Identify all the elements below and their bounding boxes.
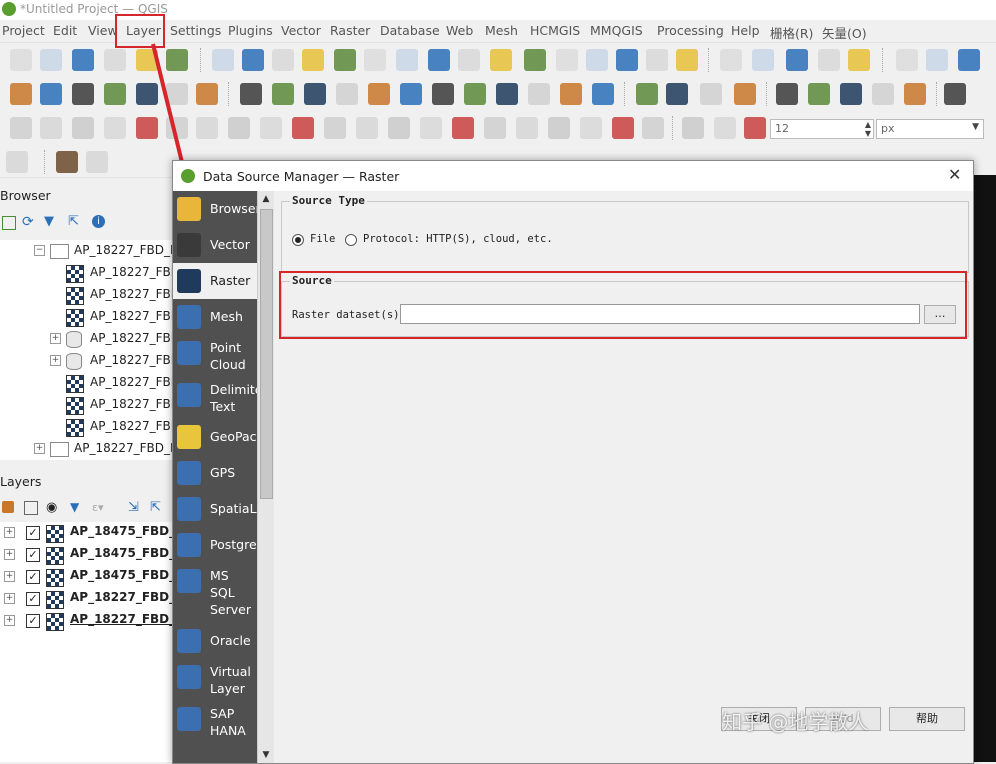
watermark: 知乎 @地学散人 [722,710,869,734]
sidebar-item-label: Mesh [210,309,243,324]
help-button[interactable]: 帮助 [889,707,965,731]
sidebar-item-vector[interactable]: Vector [173,227,257,263]
dialog-sidebar: Browser Vector Raster Mesh Point Cloud Delimi… [173,191,257,763]
folder-icon [177,197,201,221]
sap-hana-icon [177,707,201,731]
protocol-radio[interactable] [345,234,357,246]
dialog-title-bar: Data Source Manager — Raster ✕ [173,161,973,191]
sidebar-item-label: Point Cloud [210,340,246,372]
mssql-icon [177,569,201,593]
sidebar-item-postgresql[interactable]: PostgreSQL [173,527,257,563]
sidebar-item-label: GeoPackage [210,429,257,444]
sidebar-item-label: Raster [210,273,251,288]
sidebar-item-label: Oracle [210,633,251,648]
spatialite-icon [177,497,201,521]
sidebar-item-delimited-text[interactable]: Delimited Text [173,377,257,419]
sidebar-item-sap-hana[interactable]: SAP HANA [173,701,257,738]
sidebar-item-spatialite[interactable]: SpatiaLite [173,491,257,527]
qgis-logo-icon [181,169,195,183]
sidebar-scrollbar[interactable]: ▲ ▼ [257,191,274,763]
oracle-icon [177,629,201,653]
geopackage-icon [177,425,201,449]
mesh-icon [177,305,201,329]
sidebar-item-browser[interactable]: Browser [173,191,257,227]
sidebar-item-mesh[interactable]: Mesh [173,299,257,335]
sidebar-item-geopackage[interactable]: GeoPackage [173,419,257,455]
sidebar-item-label: Delimited Text [210,382,257,414]
file-radio-label[interactable]: File [310,233,335,245]
source-type-group: Source Type File Protocol: HTTP(S), clou… [281,194,969,273]
sidebar-item-label: Browser [210,201,257,216]
sidebar-item-label: SAP HANA [210,706,246,738]
sidebar-item-ms-sql-server[interactable]: MS SQL Server [173,563,257,623]
postgresql-icon [177,533,201,557]
sidebar-item-raster[interactable]: Raster [173,263,257,299]
source-type-title: Source Type [290,194,367,207]
sidebar-item-label: PostgreSQL [210,537,257,552]
sidebar-item-label: Vector [210,237,250,252]
point-cloud-icon [177,341,201,365]
sidebar-item-label: GPS [210,465,236,480]
sidebar-item-virtual-layer[interactable]: Virtual Layer [173,659,257,701]
data-source-manager-dialog: Data Source Manager — Raster ✕ Browser Ve… [172,160,974,764]
sidebar-item-label: Virtual Layer [210,664,251,696]
dialog-title: Data Source Manager — Raster [203,169,400,184]
source-highlight [279,271,967,339]
sidebar-item-point-cloud[interactable]: Point Cloud [173,335,257,377]
gps-icon [177,461,201,485]
scrollbar-thumb[interactable] [260,209,273,499]
file-radio[interactable] [292,234,304,246]
vector-icon [177,233,201,257]
sidebar-item-oracle[interactable]: Oracle [173,623,257,659]
sidebar-item-gps[interactable]: GPS [173,455,257,491]
virtual-layer-icon [177,665,201,689]
delimited-text-icon [177,383,201,407]
scroll-up-icon[interactable]: ▲ [258,191,274,207]
raster-icon [177,269,201,293]
close-icon[interactable]: ✕ [948,165,961,184]
sidebar-item-label: MS SQL Server [210,568,251,617]
scroll-down-icon[interactable]: ▼ [258,747,274,763]
protocol-radio-label[interactable]: Protocol: HTTP(S), cloud, etc. [363,233,553,245]
sidebar-item-label: SpatiaLite [210,501,257,516]
